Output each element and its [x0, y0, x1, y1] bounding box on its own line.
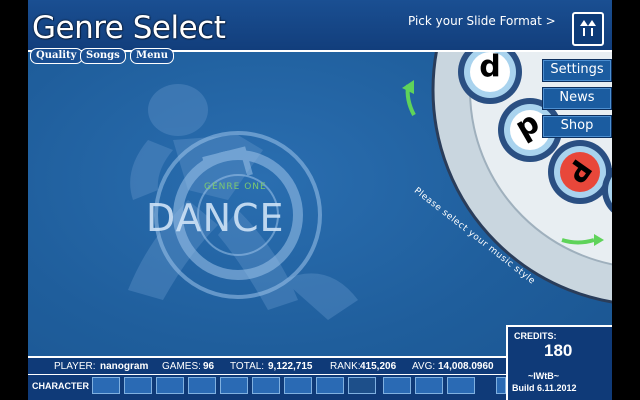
player-label: PLAYER: — [54, 361, 96, 372]
total-value: 9,122,715 — [268, 361, 313, 372]
credits-label: CREDITS: — [514, 331, 557, 341]
games-value: 96 — [203, 361, 215, 372]
player-stats-bar: PLAYER: nanogram GAMES: 96 TOTAL: 9,122,… — [28, 356, 506, 374]
slide-format-button[interactable] — [572, 12, 604, 46]
character-slot[interactable] — [447, 377, 475, 394]
character-slot[interactable] — [156, 377, 184, 394]
menu-button[interactable]: Menu — [130, 48, 174, 64]
brand-label: ~IWtB~ — [528, 371, 560, 381]
credits-panel: CREDITS: 180 ~IWtB~ Build 6.11.2012 — [506, 325, 612, 400]
character-slot[interactable] — [252, 377, 280, 394]
character-slot[interactable] — [415, 377, 443, 394]
character-slot[interactable] — [92, 377, 120, 394]
genre-name: DANCE — [146, 196, 285, 240]
character-slot[interactable] — [124, 377, 152, 394]
total-label: TOTAL: — [230, 361, 265, 372]
settings-button[interactable]: Settings — [542, 59, 612, 82]
slide-format-label: Pick your Slide Format > — [408, 14, 556, 28]
character-slot[interactable] — [383, 377, 411, 394]
build-label: Build 6.11.2012 — [512, 383, 577, 393]
games-label: GAMES: — [162, 361, 201, 372]
slide-format-icon — [580, 20, 596, 36]
character-slot[interactable] — [220, 377, 248, 394]
svg-text:p: p — [479, 52, 500, 87]
character-slot[interactable] — [284, 377, 312, 394]
player-name: nanogram — [100, 361, 149, 372]
genre-number-label: GENRE ONE — [204, 182, 267, 192]
character-slot[interactable] — [496, 377, 506, 394]
page-title: Genre Select — [32, 10, 226, 46]
quality-button[interactable]: Quality — [30, 48, 83, 64]
character-bar: CHARACTER — [28, 374, 506, 400]
rank-value: 415,206 — [360, 361, 397, 372]
character-slot-selected[interactable] — [348, 377, 376, 394]
avg-value: 14,008.0960 — [438, 361, 494, 372]
character-slot[interactable] — [316, 377, 344, 394]
rank-label: RANK: — [330, 361, 361, 372]
news-button[interactable]: News — [542, 87, 612, 110]
game-area: p d P Please select your music style Gen… — [28, 0, 612, 400]
header-bar: Genre Select Pick your Slide Format > — [28, 0, 612, 52]
avg-label: AVG: — [412, 361, 436, 372]
songs-button[interactable]: Songs — [80, 48, 126, 64]
character-label: CHARACTER — [32, 381, 89, 391]
shop-button[interactable]: Shop — [542, 115, 612, 138]
character-slot[interactable] — [188, 377, 216, 394]
game-screen: p d P Please select your music style Gen… — [0, 0, 640, 400]
credits-value: 180 — [544, 341, 573, 360]
